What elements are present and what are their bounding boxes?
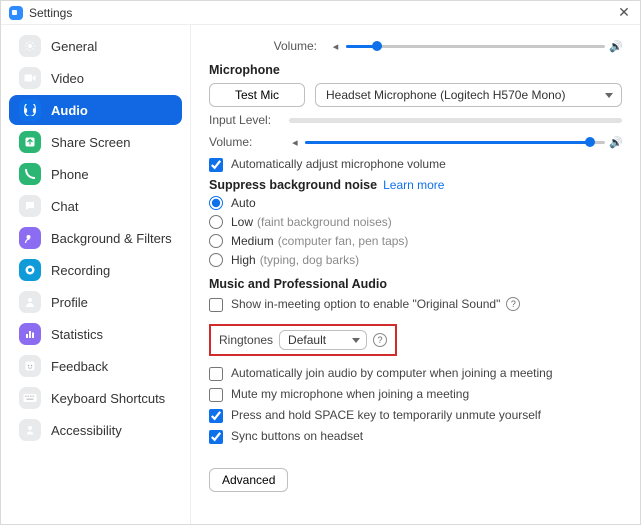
sidebar-item-share-screen[interactable]: Share Screen — [9, 127, 182, 157]
sidebar-item-label: Background & Filters — [51, 231, 172, 246]
sidebar-item-audio[interactable]: Audio — [9, 95, 182, 125]
option-label: Press and hold SPACE key to temporarily … — [231, 408, 541, 422]
sidebar-item-keyboard-shortcuts[interactable]: Keyboard Shortcuts — [9, 383, 182, 413]
suppress-learn-more-link[interactable]: Learn more — [383, 178, 444, 192]
sidebar-item-label: Share Screen — [51, 135, 131, 150]
ringtones-highlight-box: Ringtones Default ? — [209, 324, 397, 356]
sidebar-item-profile[interactable]: Profile — [9, 287, 182, 317]
mic-volume-slider[interactable] — [305, 133, 605, 151]
sidebar-item-label: Profile — [51, 295, 88, 310]
gear-icon — [19, 35, 41, 57]
profile-icon — [19, 291, 41, 313]
original-sound-label: Show in-meeting option to enable "Origin… — [231, 297, 500, 311]
settings-content: Volume: ◂ 🔊 Microphone Test Mic Headset … — [191, 25, 640, 524]
original-sound-checkbox[interactable] — [209, 298, 223, 312]
sidebar-item-chat[interactable]: Chat — [9, 191, 182, 221]
sidebar-item-recording[interactable]: Recording — [9, 255, 182, 285]
ringtones-value: Default — [288, 333, 326, 347]
close-icon[interactable]: ✕ — [616, 4, 632, 21]
sidebar-item-label: Recording — [51, 263, 110, 278]
sidebar-item-label: Keyboard Shortcuts — [51, 391, 165, 406]
app-icon — [9, 6, 23, 20]
microphone-heading: Microphone — [209, 63, 622, 77]
sidebar-item-background-filters[interactable]: Background & Filters — [9, 223, 182, 253]
suppress-radio-auto[interactable] — [209, 196, 223, 210]
music-heading: Music and Professional Audio — [209, 277, 622, 291]
suppress-radio-low[interactable] — [209, 215, 223, 229]
sidebar-item-label: Feedback — [51, 359, 108, 374]
suppress-radio-hint: (faint background noises) — [257, 215, 392, 229]
sidebar-item-video[interactable]: Video — [9, 63, 182, 93]
sidebar-item-label: Accessibility — [51, 423, 122, 438]
input-level-label: Input Level: — [209, 113, 289, 127]
sidebar-item-feedback[interactable]: Feedback — [9, 351, 182, 381]
input-level-meter — [289, 118, 622, 123]
sidebar: General Video Audio Share Screen Phone Chat Ba… — [1, 25, 191, 524]
keyboard-icon — [19, 387, 41, 409]
sidebar-item-general[interactable]: General — [9, 31, 182, 61]
mic-device-select[interactable]: Headset Microphone (Logitech H570e Mono) — [315, 83, 622, 107]
sidebar-item-accessibility[interactable]: Accessibility — [9, 415, 182, 445]
option-checkbox-2[interactable] — [209, 409, 223, 423]
sidebar-item-label: Statistics — [51, 327, 103, 342]
chat-icon — [19, 195, 41, 217]
option-label: Sync buttons on headset — [231, 429, 363, 443]
speaker-max-icon: 🔊 — [609, 40, 622, 53]
window-title: Settings — [29, 6, 616, 20]
option-checkbox-1[interactable] — [209, 388, 223, 402]
suppress-radio-medium[interactable] — [209, 234, 223, 248]
sidebar-item-label: Phone — [51, 167, 89, 182]
suppress-radio-hint: (typing, dog barks) — [260, 253, 359, 267]
suppress-radio-high[interactable] — [209, 253, 223, 267]
suppress-radio-label: Medium — [231, 234, 274, 248]
phone-icon — [19, 163, 41, 185]
option-label: Automatically join audio by computer whe… — [231, 366, 553, 380]
speaker-volume-slider[interactable] — [346, 37, 605, 55]
sidebar-item-label: Audio — [51, 103, 88, 118]
suppress-radio-label: High — [231, 253, 256, 267]
background-icon — [19, 227, 41, 249]
option-checkbox-3[interactable] — [209, 430, 223, 444]
sidebar-item-label: General — [51, 39, 97, 54]
ringtones-select[interactable]: Default — [279, 330, 367, 350]
stats-icon — [19, 323, 41, 345]
suppress-heading: Suppress background noise — [209, 178, 377, 192]
option-label: Mute my microphone when joining a meetin… — [231, 387, 469, 401]
accessibility-icon — [19, 419, 41, 441]
mic-device-value: Headset Microphone (Logitech H570e Mono) — [326, 88, 565, 102]
mic-max-icon: 🔊 — [609, 136, 622, 149]
sidebar-item-statistics[interactable]: Statistics — [9, 319, 182, 349]
record-icon — [19, 259, 41, 281]
test-mic-button[interactable]: Test Mic — [209, 83, 305, 107]
advanced-button[interactable]: Advanced — [209, 468, 288, 492]
sidebar-item-label: Chat — [51, 199, 78, 214]
feedback-icon — [19, 355, 41, 377]
headphones-icon — [19, 99, 41, 121]
titlebar: Settings ✕ — [1, 1, 640, 25]
suppress-radio-hint: (computer fan, pen taps) — [278, 234, 409, 248]
help-icon[interactable]: ? — [506, 297, 520, 311]
auto-adjust-label: Automatically adjust microphone volume — [231, 157, 446, 171]
option-checkbox-0[interactable] — [209, 367, 223, 381]
suppress-radio-label: Low — [231, 215, 253, 229]
mic-min-icon: ◂ — [288, 136, 301, 149]
mic-volume-label: Volume: — [209, 135, 288, 149]
video-icon — [19, 67, 41, 89]
suppress-radio-label: Auto — [231, 196, 256, 210]
speaker-min-icon: ◂ — [329, 40, 342, 53]
sidebar-item-phone[interactable]: Phone — [9, 159, 182, 189]
speaker-volume-label: Volume: — [209, 39, 329, 53]
sidebar-item-label: Video — [51, 71, 84, 86]
share-screen-icon — [19, 131, 41, 153]
help-icon[interactable]: ? — [373, 333, 387, 347]
auto-adjust-checkbox[interactable] — [209, 158, 223, 172]
ringtones-label: Ringtones — [219, 333, 273, 347]
